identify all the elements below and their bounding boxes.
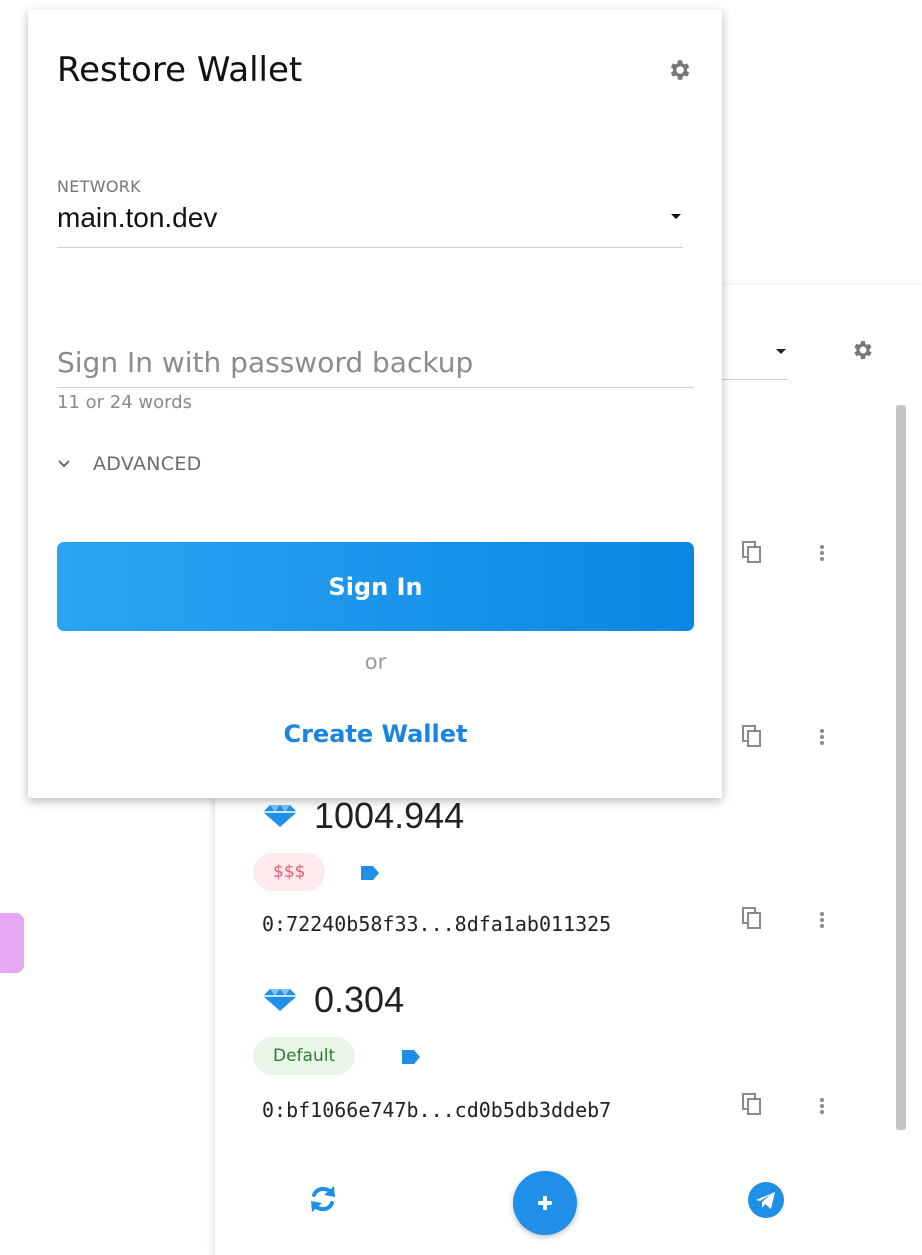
chevron-down-icon[interactable]: [671, 214, 681, 219]
network-select[interactable]: main.ton.dev: [57, 202, 217, 234]
balance-value: 1004.944: [314, 795, 465, 836]
sign-in-button[interactable]: Sign In: [57, 542, 694, 631]
balance-value: 0.304: [314, 979, 405, 1020]
refresh-icon[interactable]: [308, 1184, 338, 1214]
telegram-icon[interactable]: [748, 1182, 784, 1218]
more-vert-icon[interactable]: [818, 544, 826, 562]
create-wallet-link[interactable]: Create Wallet: [57, 720, 694, 748]
account-address: 0:72240b58f33...8dfa1ab011325: [262, 912, 612, 936]
network-select-caret-icon[interactable]: [776, 349, 786, 354]
account-badge[interactable]: $$$: [253, 853, 326, 891]
diamond-icon: [263, 805, 297, 827]
account-balance: 1004.944: [262, 795, 464, 837]
side-panel-fragment: [0, 913, 24, 973]
account-badge[interactable]: Default: [253, 1037, 356, 1075]
password-backup-hint: 11 or 24 words: [57, 392, 193, 413]
copy-icon[interactable]: [741, 906, 763, 930]
page-title: Restore Wallet: [57, 50, 303, 90]
password-backup-underline: [57, 387, 694, 388]
copy-icon[interactable]: [741, 1092, 763, 1116]
copy-icon[interactable]: [741, 724, 763, 748]
or-divider: or: [364, 650, 387, 674]
advanced-label: ADVANCED: [93, 453, 202, 475]
more-vert-icon[interactable]: [818, 911, 826, 929]
tag-icon[interactable]: [400, 1049, 422, 1065]
diamond-icon: [263, 989, 297, 1011]
add-account-button[interactable]: [513, 1171, 577, 1235]
gear-icon[interactable]: [850, 338, 874, 362]
password-backup-input[interactable]: [57, 338, 694, 386]
network-select-underline: [57, 247, 683, 248]
plus-icon: [538, 1196, 552, 1210]
gear-icon[interactable]: [666, 57, 692, 83]
copy-icon[interactable]: [741, 540, 763, 564]
chevron-down-icon: [58, 460, 70, 468]
network-label: NETWORK: [57, 177, 141, 196]
account-address: 0:bf1066e747b...cd0b5db3ddeb7: [262, 1098, 612, 1122]
account-balance: 0.304: [262, 979, 404, 1021]
more-vert-icon[interactable]: [818, 1097, 826, 1115]
more-vert-icon[interactable]: [818, 728, 826, 746]
advanced-toggle[interactable]: ADVANCED: [57, 453, 202, 475]
scrollbar-thumb[interactable]: [896, 405, 906, 1130]
tag-icon[interactable]: [359, 865, 381, 881]
